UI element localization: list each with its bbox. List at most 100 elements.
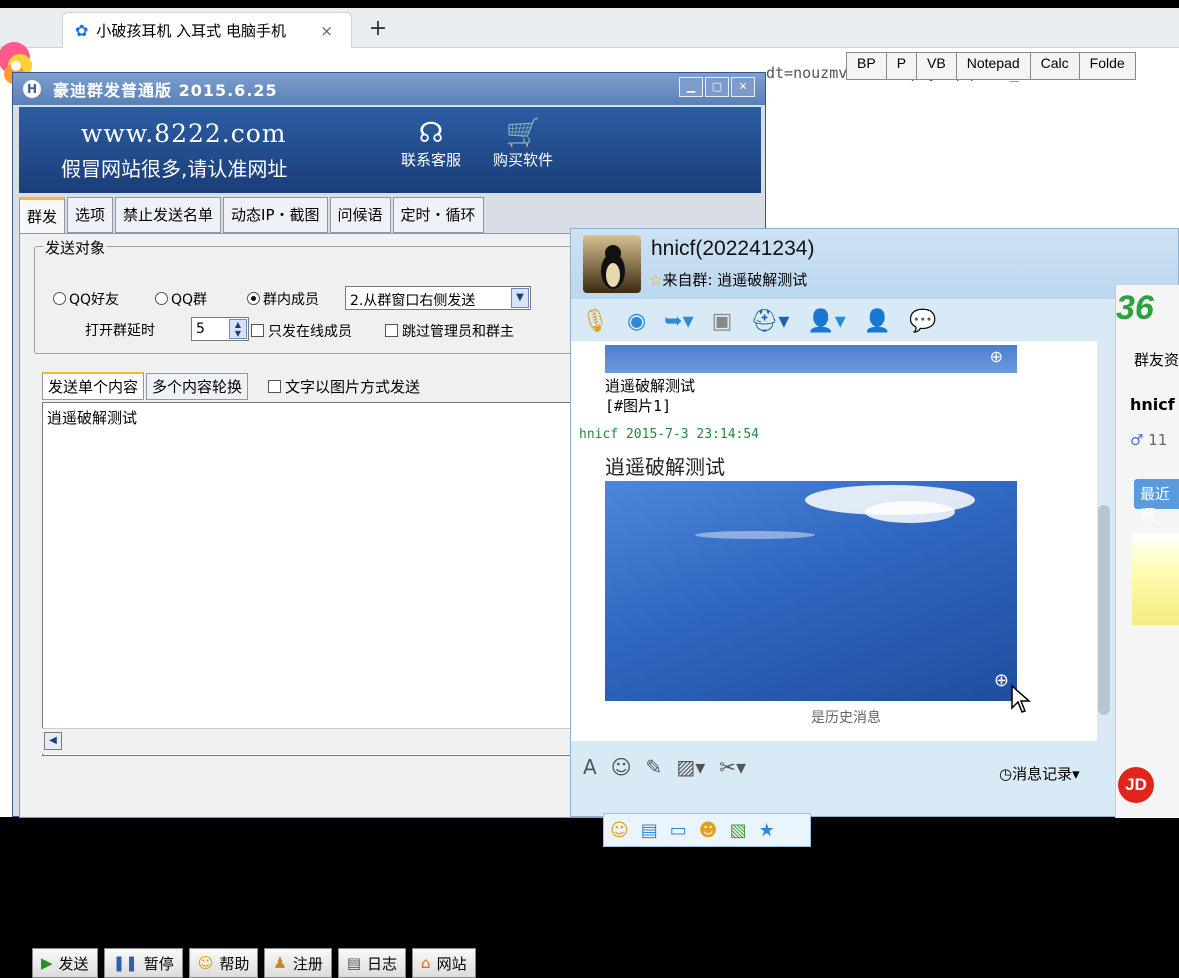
zoom-icon[interactable]: ⊕ xyxy=(994,670,1009,691)
face-icon[interactable]: ☺ xyxy=(610,820,629,841)
recent-button[interactable]: 最近啊 xyxy=(1134,479,1179,524)
app-share-icon[interactable]: ⛑▾ xyxy=(750,309,789,334)
send-target-legend: 发送对象 xyxy=(43,237,108,258)
close-icon[interactable]: ✕ xyxy=(731,77,755,97)
maximize-icon[interactable]: ▢ xyxy=(705,77,729,97)
new-tab-button[interactable]: + xyxy=(362,16,394,44)
image-mode-checkbox[interactable]: 文字以图片方式发送 xyxy=(268,376,420,400)
tab-single-content[interactable]: 发送单个内容 xyxy=(42,372,145,400)
qq-message-scrollbar[interactable] xyxy=(1097,341,1111,741)
add-user-icon[interactable]: 👤 xyxy=(864,309,891,334)
website-button[interactable]: ⌂ 网站 xyxy=(412,948,476,978)
delay-stepper[interactable]: 5 ▲ ▼ xyxy=(191,317,249,341)
tab-qunfa[interactable]: 群发 xyxy=(19,197,66,233)
tab-greeting[interactable]: 问候语 xyxy=(329,197,391,233)
horizontal-scrollbar[interactable]: ◀ xyxy=(42,728,602,754)
doc-icon[interactable]: ▤ xyxy=(641,820,658,841)
emoji-quick-bar: ☺ ▤ ▭ ☻ ▧ ★ xyxy=(603,813,811,847)
quicklink-bp[interactable]: BP xyxy=(846,52,887,80)
mouse-cursor-icon xyxy=(1011,684,1031,713)
radio-group-member[interactable]: 群内成员 xyxy=(247,289,319,309)
app-toolbar: ▶ 发送 ❚❚ 暂停 ☺ 帮助 ♟ 注册 ▤ 日志 ⌂ 网站 xyxy=(32,948,482,978)
app-tabs: 群发 选项 禁止发送名单 动态IP・截图 问候语 定时・循环 xyxy=(19,197,619,233)
app-logo-icon: H xyxy=(23,80,41,98)
pause-button[interactable]: ❚❚ 暂停 xyxy=(103,948,183,978)
send-button[interactable]: ▶ 发送 xyxy=(32,948,98,978)
side-tab-members[interactable]: 群友资 xyxy=(1134,349,1179,370)
app-title-bar[interactable]: H 豪迪群发普通版 2015.6.25 ▁ ▢ ✕ xyxy=(13,73,765,105)
banner-warning: 假冒网站很多,请认准网址 xyxy=(61,157,288,181)
member-send-select[interactable]: 2.从群窗口右侧发送 ▼ xyxy=(345,286,531,310)
scroll-left-icon[interactable]: ◀ xyxy=(44,732,62,750)
contact-service-button[interactable]: ☊ 联系客服 xyxy=(401,117,461,170)
jd-logo-icon[interactable]: JD xyxy=(1118,767,1154,803)
microphone-icon[interactable]: 🎙 xyxy=(581,309,609,334)
tab-blocklist[interactable]: 禁止发送名单 xyxy=(115,197,222,233)
help-button[interactable]: ☺ 帮助 xyxy=(188,948,259,978)
sticker-icon[interactable]: ☻ xyxy=(699,820,718,841)
pause-icon: ❚❚ xyxy=(112,954,138,972)
emoji-icon[interactable]: ☺ xyxy=(611,755,632,779)
online-only-checkbox[interactable]: 只发在线成员 xyxy=(251,321,352,341)
user-icon: ♟ xyxy=(273,954,287,972)
send-file-icon[interactable]: ➥▾ xyxy=(664,309,693,334)
quicklink-calc[interactable]: Calc xyxy=(1029,52,1080,80)
quicklink-vb[interactable]: VB xyxy=(916,52,957,80)
message-1-image-placeholder: [#图片1] xyxy=(605,397,672,415)
quicklinks-bar: BP P VB Notepad Calc Folde xyxy=(846,52,1136,80)
qq-chat-toolbar: 🎙 ◉ ➥▾ ▣ ⛑▾ 👤▾ 👤 💬 xyxy=(581,303,1061,339)
qq-message-area: ⊕ 逍遥破解测试 [#图片1] hnicf 2015-7-3 23:14:54 … xyxy=(571,341,1101,847)
quicklink-folder[interactable]: Folde xyxy=(1078,52,1136,80)
side-user-info: ♂ 11 xyxy=(1130,431,1168,449)
content-textarea[interactable]: 逍遥破解测试 xyxy=(42,402,602,756)
remove-user-icon[interactable]: 👤▾ xyxy=(807,309,845,334)
male-icon: ♂ xyxy=(1130,431,1144,449)
scissors-icon[interactable]: ✂▾ xyxy=(719,755,746,779)
add-message-icon[interactable]: 💬 xyxy=(909,309,936,334)
radio-qq-friend[interactable]: QQ好友 xyxy=(53,289,119,309)
message-2-text: 逍遥破解测试 xyxy=(605,455,725,479)
previous-image[interactable]: ⊕ xyxy=(605,345,1017,373)
buy-software-button[interactable]: 🛒 购买软件 xyxy=(493,117,553,170)
image-icon[interactable]: ▧ xyxy=(730,820,747,841)
checkbox-icon xyxy=(385,324,398,337)
zoom-icon[interactable]: ⊕ xyxy=(990,347,1003,366)
message-record-button[interactable]: ◷消息记录▾ xyxy=(999,763,1080,784)
qq-chat-header: hnicf(202241234) ☆来自群: 逍遥破解测试 xyxy=(571,229,1178,299)
radio-qq-group[interactable]: QQ群 xyxy=(155,289,207,309)
edit-icon[interactable]: ✎ xyxy=(646,755,663,779)
minimize-icon[interactable]: ▁ xyxy=(679,77,703,97)
tab-title: 小破孩耳机 入耳式 电脑手机 xyxy=(96,22,286,40)
chevron-down-icon[interactable]: ▼ xyxy=(511,288,529,308)
tab-dynamic-ip[interactable]: 动态IP・截图 xyxy=(223,197,328,233)
quicklink-p[interactable]: P xyxy=(885,52,918,80)
remote-desktop-icon[interactable]: ▣ xyxy=(712,309,733,334)
chevron-down-icon: ▾ xyxy=(1072,765,1080,783)
tab-multi-content[interactable]: 多个内容轮换 xyxy=(146,373,249,400)
skip-admin-checkbox[interactable]: 跳过管理员和群主 xyxy=(385,321,514,341)
send-target-group: 发送对象 QQ好友 QQ群 群内成员 2.从群窗口右侧发送 ▼ 打开群延时 5 … xyxy=(34,237,574,354)
avatar[interactable] xyxy=(583,235,641,293)
stepper-arrows-icon[interactable]: ▲ ▼ xyxy=(229,319,247,339)
quicklink-notepad[interactable]: Notepad xyxy=(955,52,1031,80)
log-button[interactable]: ▤ 日志 xyxy=(337,948,407,978)
cart-icon: 🛒 xyxy=(505,116,541,149)
qq-side-panel: 36 群友资 hnicf ♂ 11 最近啊 JD xyxy=(1115,285,1179,818)
browser-tab[interactable]: ✿ 小破孩耳机 入耳式 电脑手机 × xyxy=(62,12,352,48)
tab-options[interactable]: 选项 xyxy=(67,197,114,233)
star-icon: ☆ xyxy=(649,271,663,289)
message-2-image[interactable]: ⊕ xyxy=(605,481,1017,701)
monitor-icon[interactable]: ▭ xyxy=(670,820,687,841)
buy-software-label: 购买软件 xyxy=(493,151,554,169)
checkbox-icon xyxy=(251,324,264,337)
tab-schedule[interactable]: 定时・循环 xyxy=(392,197,484,233)
font-icon[interactable]: A xyxy=(583,755,597,779)
webcam-icon[interactable]: ◉ xyxy=(627,309,646,334)
favorite-icon[interactable]: ★ xyxy=(759,820,775,841)
message-1-text: 逍遥破解测试 xyxy=(605,375,696,396)
side-user-name: hnicf xyxy=(1130,395,1175,414)
help-face-icon: ☺ xyxy=(197,954,214,972)
picture-icon[interactable]: ▨▾ xyxy=(676,755,705,779)
register-button[interactable]: ♟ 注册 xyxy=(264,948,332,978)
tab-close-icon[interactable]: × xyxy=(320,22,333,40)
